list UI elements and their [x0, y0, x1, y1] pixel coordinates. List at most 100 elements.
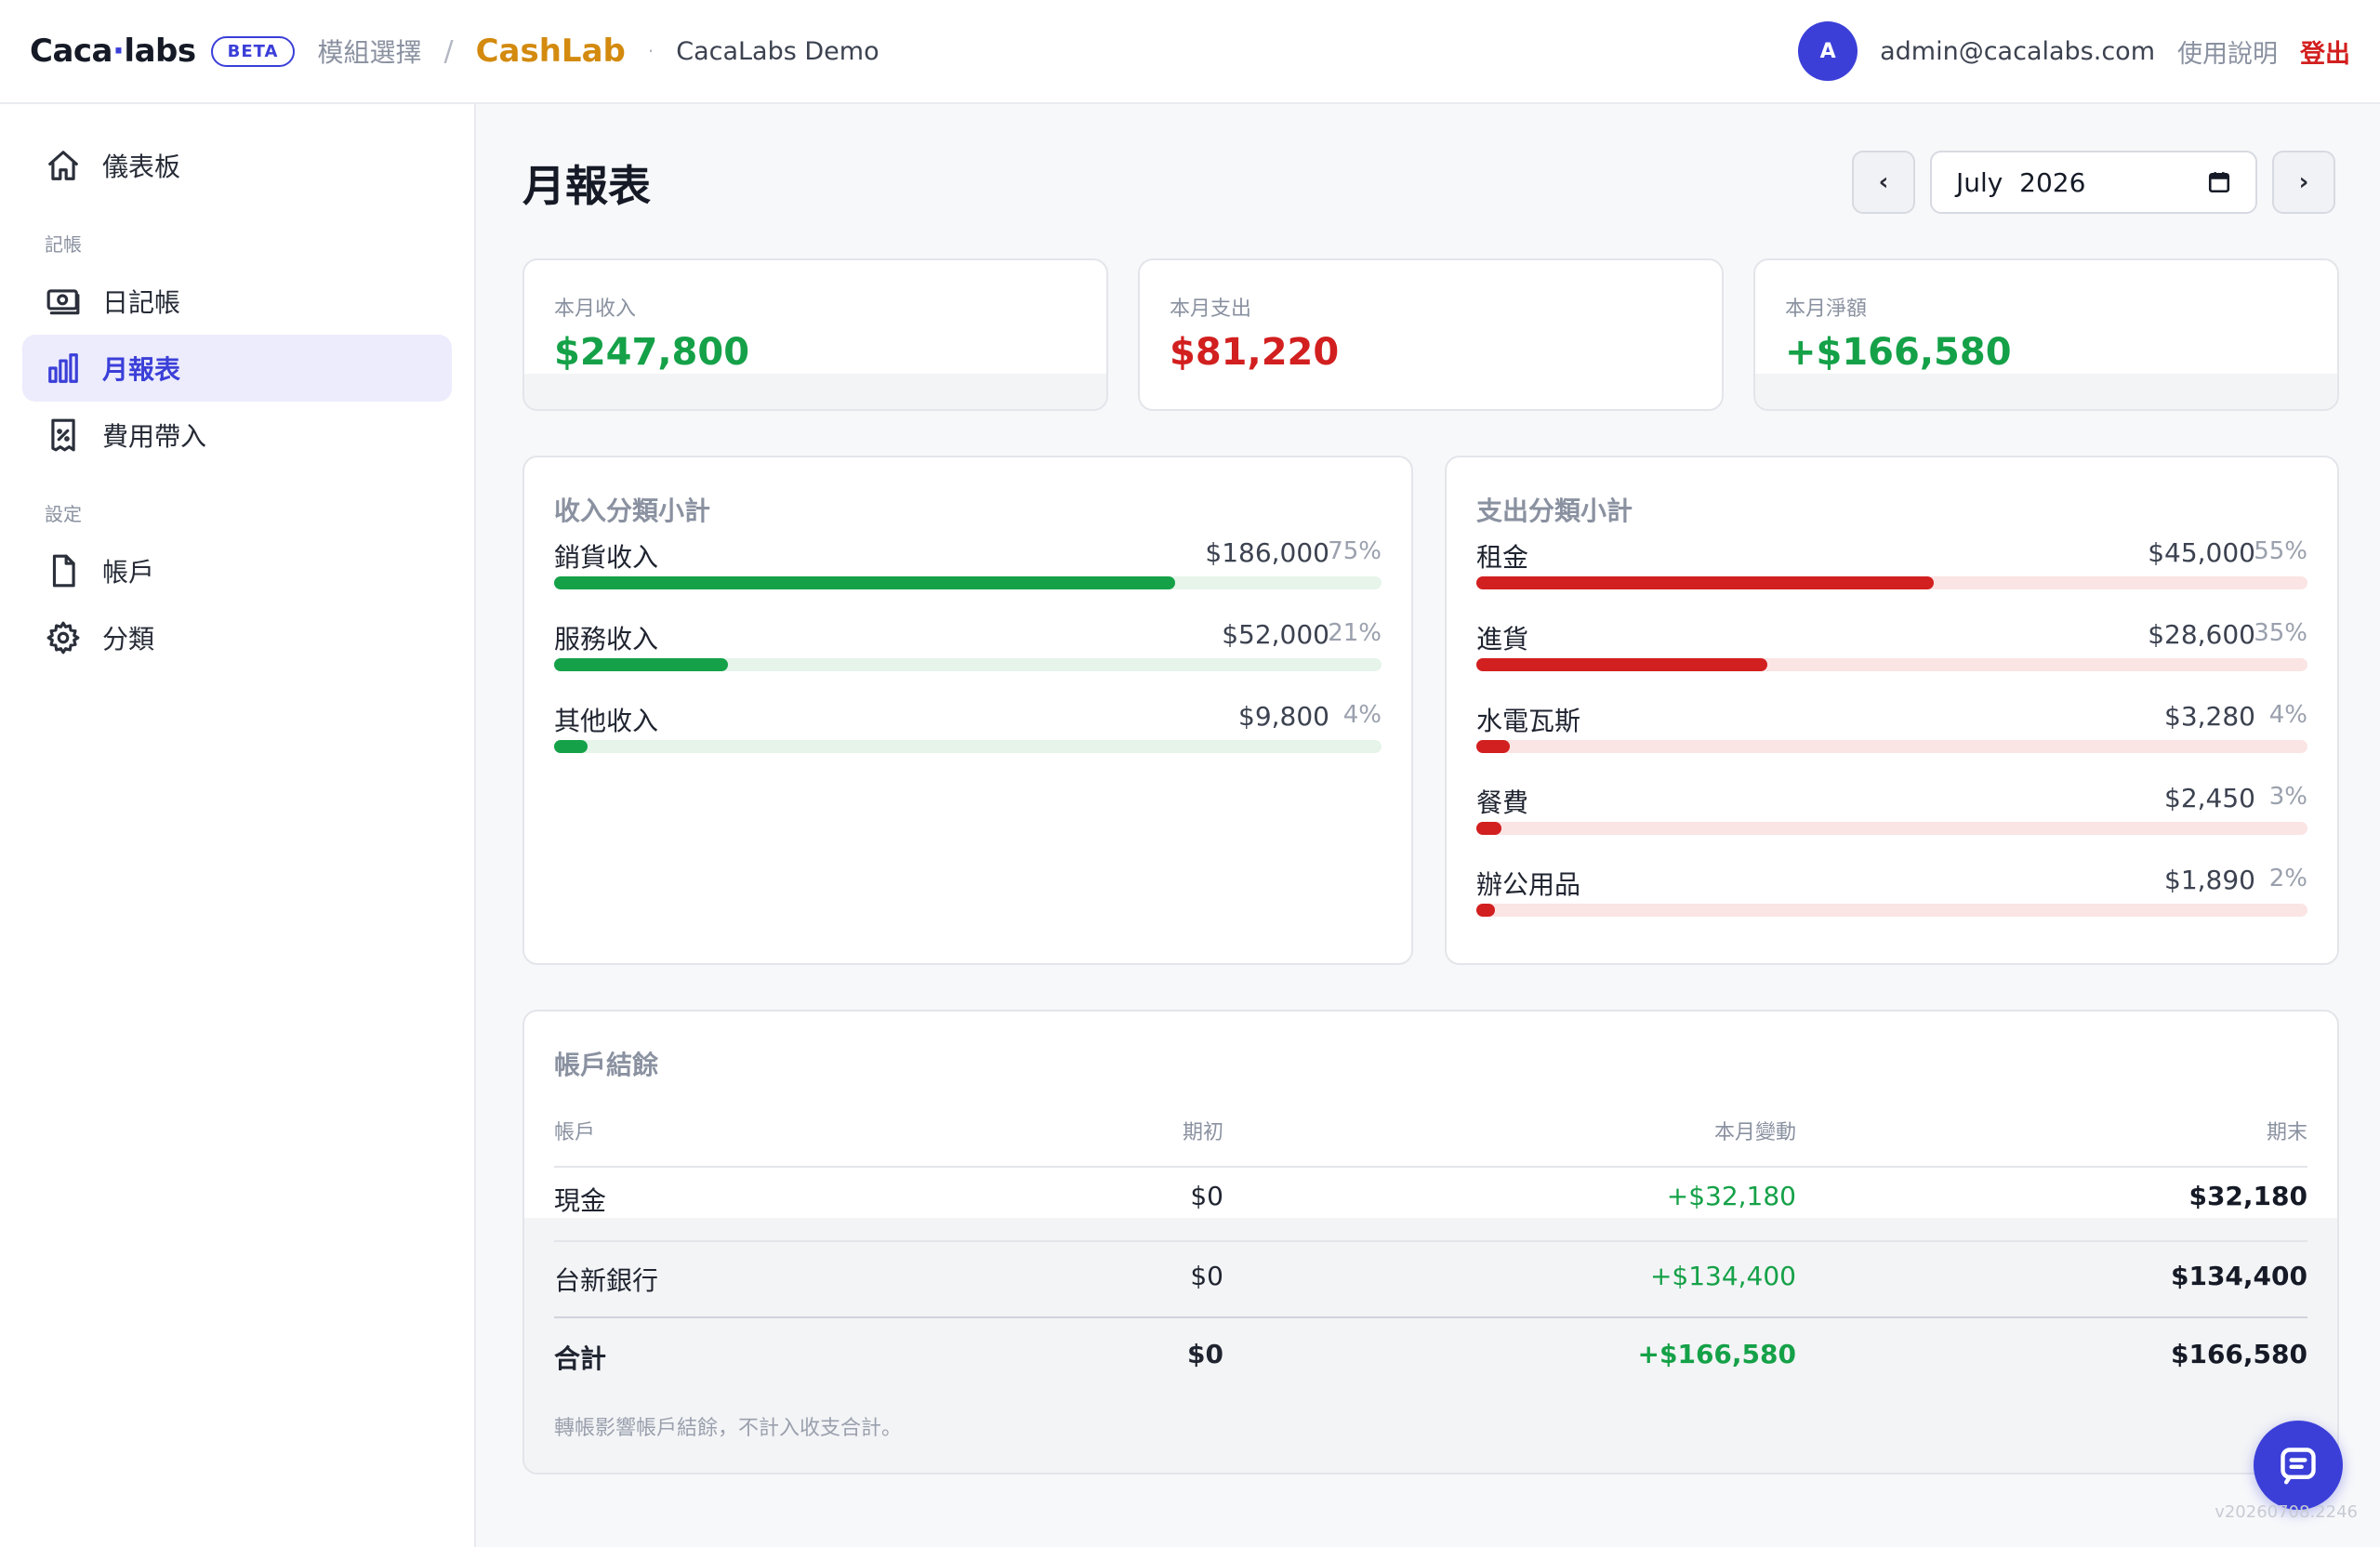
help-link[interactable]: 使用說明 — [2177, 33, 2278, 70]
progress-fill — [1476, 822, 1501, 835]
category-name: 辦公用品 — [1476, 869, 1581, 900]
category-amount: $1,890 — [2164, 865, 2255, 895]
category-name: 餐費 — [1476, 787, 1529, 818]
sidebar: 儀表板 記帳 日記帳 月報表 費用帶入 設定 帳戶 分類 — [0, 104, 476, 1547]
banknote-icon — [45, 283, 82, 320]
user-area: A admin@cacalabs.com 使用說明 登出 — [1798, 21, 2350, 81]
sidebar-item-dashboard[interactable]: 儀表板 — [22, 132, 452, 199]
sidebar-item-categories[interactable]: 分類 — [22, 604, 452, 671]
category-row: 租金 $45,000 55% — [1476, 537, 2307, 597]
calendar-icon[interactable] — [2207, 170, 2231, 194]
logo-text-right: labs — [124, 33, 196, 70]
chat-icon — [2281, 1448, 2316, 1485]
breadcrumb-separator: / — [443, 34, 454, 68]
category-percent: 3% — [2268, 783, 2307, 811]
expense-summary-card: 本月支出 $81,220 — [1138, 258, 1724, 411]
sidebar-item-monthly-report[interactable]: 月報表 — [22, 335, 452, 402]
progress-fill — [1476, 658, 1767, 671]
expense-breakdown-title: 支出分類小計 — [1476, 496, 1633, 526]
income-breakdown-title: 收入分類小計 — [554, 496, 711, 526]
column-header-change: 本月變動 — [1713, 1121, 1796, 1144]
progress-fill — [554, 576, 1175, 589]
cell-change: +$32,180 — [1666, 1181, 1796, 1211]
cell-account: 台新銀行 — [554, 1265, 659, 1296]
prev-month-button[interactable]: ‹ — [1852, 151, 1915, 214]
income-summary-card: 本月收入 $247,800 — [522, 258, 1108, 411]
cell-closing: $32,180 — [2188, 1181, 2307, 1211]
module-select-link[interactable]: 模組選擇 — [317, 33, 421, 70]
net-summary-card: 本月淨額 +$166,580 — [1753, 258, 2339, 411]
category-percent: 4% — [2268, 701, 2307, 729]
category-percent: 75% — [1328, 537, 1382, 565]
category-percent: 4% — [1342, 701, 1382, 729]
page-title: 月報表 — [522, 161, 651, 211]
category-row: 進貨 $28,600 35% — [1476, 619, 2307, 679]
sidebar-item-journal[interactable]: 日記帳 — [22, 268, 452, 335]
category-name: 租金 — [1476, 542, 1529, 573]
category-amount: $28,600 — [2148, 619, 2255, 650]
main-content: 月報表 ‹ July 2026 › 本月收入 $247,800 本月支出 $81… — [478, 104, 2380, 1547]
sidebar-item-accounts[interactable]: 帳戶 — [22, 537, 452, 604]
expense-value: $81,220 — [1170, 331, 1340, 374]
progress-fill — [554, 740, 588, 753]
logout-link[interactable]: 登出 — [2300, 33, 2350, 70]
category-amount: $9,800 — [1238, 701, 1329, 732]
category-percent: 21% — [1328, 619, 1382, 647]
net-label: 本月淨額 — [1785, 298, 1868, 321]
column-header-account: 帳戶 — [554, 1121, 596, 1144]
sidebar-item-label: 帳戶 — [102, 557, 155, 588]
bar-chart-icon — [45, 350, 82, 387]
sidebar-section-ledger: 記帳 — [45, 233, 82, 256]
column-header-closing: 期末 — [2266, 1121, 2307, 1144]
avatar[interactable]: A — [1798, 21, 1858, 81]
next-month-button[interactable]: › — [2272, 151, 2335, 214]
month-picker-input[interactable]: July 2026 — [1930, 151, 2257, 214]
category-name: 進貨 — [1476, 624, 1529, 654]
progress-fill — [554, 658, 728, 671]
sidebar-section-settings: 設定 — [45, 503, 82, 525]
cell-opening: $0 — [1190, 1181, 1223, 1211]
category-percent: 35% — [2254, 619, 2307, 647]
progress-track — [1476, 904, 2307, 917]
category-amount: $2,450 — [2164, 783, 2255, 813]
category-amount: $52,000 — [1222, 619, 1329, 650]
progress-track — [1476, 576, 2307, 589]
breadcrumb-dot: · — [647, 40, 654, 62]
gear-icon — [45, 619, 82, 656]
receipt-icon — [45, 416, 82, 454]
sidebar-item-label: 月報表 — [102, 354, 181, 385]
home-icon — [45, 147, 82, 184]
progress-track — [1476, 740, 2307, 753]
sidebar-item-label: 儀表板 — [102, 152, 181, 182]
category-row: 餐費 $2,450 3% — [1476, 783, 2307, 842]
cell-change: +$134,400 — [1649, 1261, 1796, 1291]
progress-track — [554, 658, 1382, 671]
table-row: 台新銀行 $0 +$134,400 $134,400 — [554, 1242, 2307, 1318]
month-value: July 2026 — [1956, 166, 2086, 198]
account-balance-card: 帳戶結餘 帳戶 期初 本月變動 期末 現金 $0 +$32,180 $32,18… — [522, 1010, 2339, 1474]
category-name: 銷貨收入 — [554, 542, 659, 573]
progress-track — [1476, 658, 2307, 671]
version-label: v20260708.2246 — [2215, 1502, 2358, 1522]
account-balance-title: 帳戶結餘 — [554, 1050, 659, 1080]
tenant-name: CacaLabs Demo — [676, 36, 879, 66]
cell-opening: $0 — [1190, 1261, 1223, 1291]
progress-fill — [1476, 576, 1934, 589]
expense-breakdown-card: 支出分類小計 租金 $45,000 55% 進貨 $28,600 35% 水電瓦斯 $3,28… — [1445, 456, 2339, 965]
progress-track — [554, 740, 1382, 753]
category-name: 其他收入 — [554, 706, 659, 736]
cell-closing: $134,400 — [2170, 1261, 2307, 1291]
transfer-note: 轉帳影響帳戶結餘，不計入收支合計。 — [554, 1417, 903, 1440]
income-breakdown-card: 收入分類小計 銷貨收入 $186,000 75% 服務收入 $52,000 21% 其他收入… — [522, 456, 1413, 965]
cell-closing: $166,580 — [2170, 1339, 2307, 1369]
category-name: 水電瓦斯 — [1476, 706, 1581, 736]
month-navigator: ‹ July 2026 › — [1852, 151, 2335, 214]
sidebar-item-label: 分類 — [102, 624, 155, 654]
category-row: 辦公用品 $1,890 2% — [1476, 865, 2307, 924]
chat-button[interactable] — [2254, 1421, 2343, 1510]
table-total-row: 合計 $0 +$166,580 $166,580 — [554, 1320, 2307, 1396]
column-header-opening: 期初 — [1182, 1121, 1223, 1144]
cell-account: 合計 — [554, 1343, 607, 1374]
app-logo[interactable]: Caca·labs — [30, 33, 196, 70]
sidebar-item-expense-import[interactable]: 費用帶入 — [22, 402, 452, 469]
